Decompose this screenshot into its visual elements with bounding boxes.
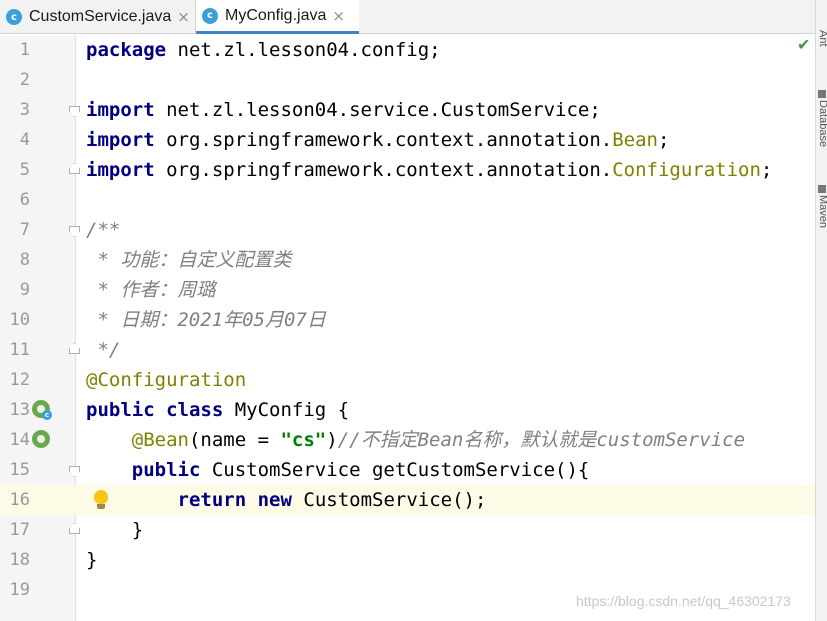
line-number: 15 [9,460,30,480]
line-number: 14 [9,430,30,450]
tab-label: MyConfig.java [225,6,327,24]
line-number: 5 [19,160,30,180]
code-text[interactable]: * 功能：自定义配置类 [86,245,291,275]
code-line[interactable]: 8 * 功能：自定义配置类 [0,245,815,275]
code-text[interactable]: import net.zl.lesson04.service.CustomSer… [86,95,601,125]
line-number: 16 [9,490,30,510]
code-line[interactable]: 13 c public class MyConfig { [0,395,815,425]
database-panel-button[interactable]: Database [817,100,827,147]
fold-icon[interactable] [69,466,80,477]
code-line[interactable]: 10 * 日期：2021年05月07日 [0,305,815,335]
code-text[interactable]: } [86,545,97,575]
line-number: 3 [19,100,30,120]
line-number: 19 [9,580,30,600]
code-line[interactable]: 11 */ [0,335,815,365]
code-line[interactable]: 9 * 作者：周璐 [0,275,815,305]
fold-icon[interactable] [69,106,80,117]
maven-icon [818,185,826,193]
tab-myconfig[interactable]: c MyConfig.java × [196,0,359,34]
maven-panel-button[interactable]: Maven [817,195,827,228]
java-class-icon: c [6,9,22,25]
code-text[interactable]: @Configuration [86,365,246,395]
code-line[interactable]: 5 import org.springframework.context.ann… [0,155,815,185]
code-text[interactable]: * 日期：2021年05月07日 [86,305,325,335]
code-text[interactable]: */ [86,335,120,365]
fold-icon[interactable] [69,343,80,354]
code-line[interactable]: 18 } [0,545,815,575]
code-line[interactable]: 7 /** [0,215,815,245]
tab-label: CustomService.java [29,8,172,25]
line-number: 17 [9,520,30,540]
watermark: https://blog.csdn.net/qq_46302173 [576,593,791,609]
code-text[interactable]: package net.zl.lesson04.config; [86,35,441,65]
line-number: 10 [9,310,30,330]
code-text[interactable]: import org.springframework.context.annot… [86,125,669,155]
close-icon[interactable]: × [332,7,345,25]
code-line[interactable]: 3 import net.zl.lesson04.service.CustomS… [0,95,815,125]
spring-bean-navigate-icon[interactable] [32,430,50,448]
line-number: 4 [19,130,30,150]
fold-icon[interactable] [69,163,80,174]
spring-bean-icon[interactable]: c [32,400,52,420]
code-line[interactable]: 6 [0,185,815,215]
code-line[interactable]: 17 } [0,515,815,545]
tab-customservice[interactable]: c CustomService.java × [0,0,196,34]
line-number: 7 [19,220,30,240]
code-line[interactable]: 4 import org.springframework.context.ann… [0,125,815,155]
code-text[interactable]: public class MyConfig { [86,395,349,425]
code-line[interactable]: 2 [0,65,815,95]
line-number: 11 [9,340,30,360]
code-text[interactable]: * 作者：周璐 [86,275,215,305]
line-number: 1 [19,40,30,60]
code-text[interactable]: @Bean(name = "cs")//不指定Bean名称，默认就是custom… [86,425,745,455]
database-icon [818,90,826,98]
java-class-icon: c [202,7,218,24]
line-number: 2 [19,70,30,90]
line-number: 18 [9,550,30,570]
line-number: 9 [19,280,30,300]
close-icon[interactable]: × [177,8,190,26]
code-line-current[interactable]: 16 return new CustomService(); [0,485,815,515]
line-number: 13 [9,400,30,420]
code-line[interactable]: 15 public CustomService getCustomService… [0,455,815,485]
code-text[interactable]: import org.springframework.context.annot… [86,155,772,185]
fold-icon[interactable] [69,226,80,237]
fold-icon[interactable] [69,523,80,534]
code-line[interactable]: 1 package net.zl.lesson04.config; [0,35,815,65]
code-text[interactable]: return new CustomService(); [86,485,487,515]
editor-tab-bar: c CustomService.java × c MyConfig.java × [0,0,815,34]
ant-panel-button[interactable]: Ant [817,30,827,47]
right-tool-strip: Ant Database Maven [815,0,827,621]
line-number: 6 [19,190,30,210]
code-line[interactable]: 14 @Bean(name = "cs")//不指定Bean名称，默认就是cus… [0,425,815,455]
code-text[interactable]: public CustomService getCustomService(){ [86,455,590,485]
code-text[interactable]: } [86,515,143,545]
line-number: 12 [9,370,30,390]
line-number: 8 [19,250,30,270]
code-text[interactable]: /** [86,215,120,245]
code-line[interactable]: 12 @Configuration [0,365,815,395]
